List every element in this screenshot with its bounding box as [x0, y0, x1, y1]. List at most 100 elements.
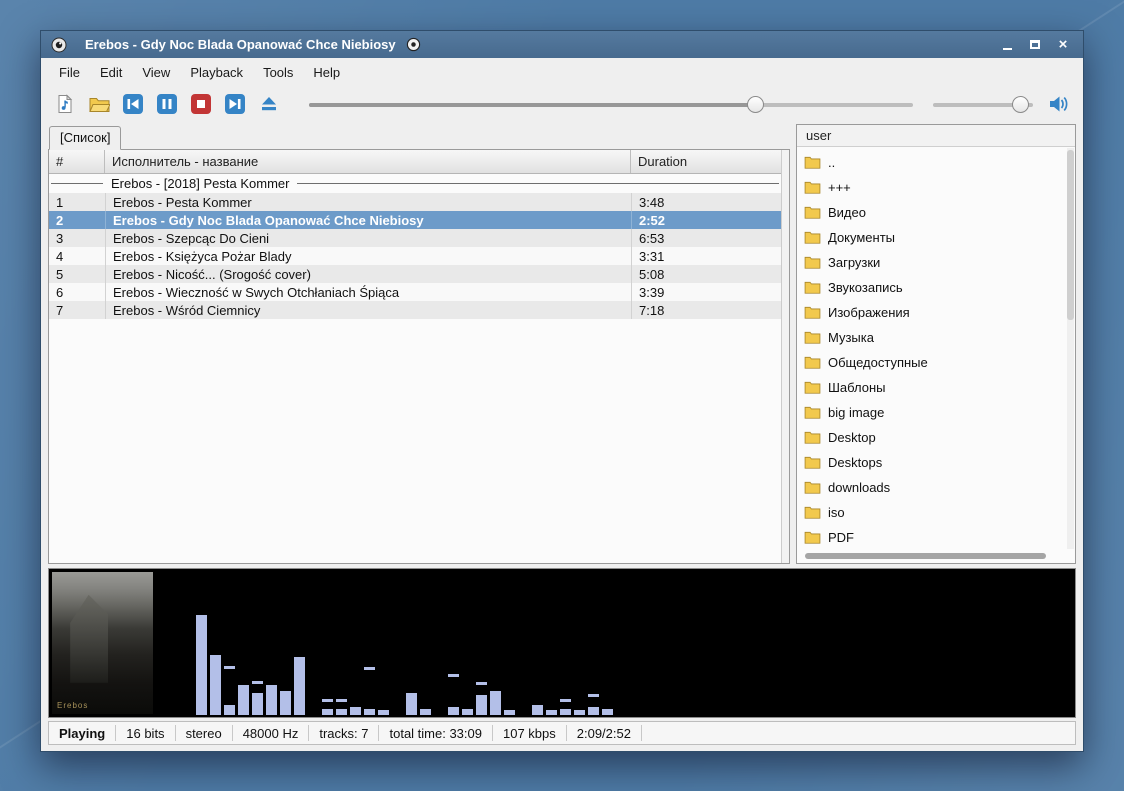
close-button[interactable]: × [1055, 37, 1071, 53]
track-title: Erebos - Wieczność w Swych Otchłaniach Ś… [105, 283, 631, 301]
folder-item[interactable]: Звукозапись [797, 275, 1075, 300]
table-row[interactable]: 3Erebos - Szepcąc Do Cieni6:53 [49, 229, 781, 247]
folder-item[interactable]: big image [797, 400, 1075, 425]
desktop: Erebos - Gdy Noc Blada Opanować Chce Nie… [0, 0, 1124, 791]
playlist-pane: [Список] # Исполнитель - название Durati… [48, 124, 790, 564]
folder-item[interactable]: Документы [797, 225, 1075, 250]
table-row[interactable]: 1Erebos - Pesta Kommer3:48 [49, 193, 781, 211]
folder-item[interactable]: .. [797, 150, 1075, 175]
folder-item[interactable]: +++ [797, 175, 1075, 200]
add-files-icon [55, 94, 75, 114]
folder-icon [804, 306, 821, 319]
horizontal-scrollbar-thumb[interactable] [805, 553, 1046, 559]
group-label: Erebos - [2018] Pesta Kommer [103, 176, 297, 191]
folder-item[interactable]: Desktops [797, 450, 1075, 475]
folder-item[interactable]: iso [797, 500, 1075, 525]
folder-item[interactable]: downloads [797, 475, 1075, 500]
vertical-scrollbar-thumb[interactable] [1067, 150, 1074, 320]
spectrum-bar [448, 569, 459, 715]
file-browser-pane: user .. +++ Видео Документы Загрузки Звукозап… [796, 124, 1076, 564]
main-area: [Список] # Исполнитель - название Durati… [41, 124, 1083, 564]
add-files-button[interactable] [53, 92, 77, 116]
track-duration: 5:08 [631, 265, 781, 283]
next-icon [224, 93, 246, 115]
column-header-number[interactable]: # [49, 150, 105, 173]
stop-icon [190, 93, 212, 115]
open-folder-button[interactable] [87, 92, 111, 116]
menu-item-help[interactable]: Help [303, 60, 350, 85]
folder-item[interactable]: Общедоступные [797, 350, 1075, 375]
folder-item[interactable]: PDF [797, 525, 1075, 550]
folder-item[interactable]: Видео [797, 200, 1075, 225]
folder-item[interactable]: Шаблоны [797, 375, 1075, 400]
spectrum-bar [294, 569, 305, 715]
menu-item-view[interactable]: View [132, 60, 180, 85]
folder-item[interactable]: Музыка [797, 325, 1075, 350]
table-row[interactable]: 5Erebos - Nicość... (Srogość cover)5:08 [49, 265, 781, 283]
spectrum-bar [322, 569, 333, 715]
folder-name: iso [828, 505, 845, 520]
folder-name: downloads [828, 480, 890, 495]
eject-button[interactable] [257, 92, 281, 116]
file-browser-vertical-scrollbar[interactable] [1067, 148, 1074, 549]
spectrum [156, 569, 1075, 717]
file-browser-horizontal-scrollbar[interactable] [797, 551, 1075, 563]
track-title: Erebos - Wśród Ciemnicy [105, 301, 631, 319]
track-number: 4 [49, 247, 105, 265]
folder-list: .. +++ Видео Документы Загрузки Звукозапись Из… [797, 147, 1075, 551]
playlist-vertical-scrollbar[interactable] [781, 150, 789, 563]
spectrum-bar [224, 569, 235, 715]
spectrum-bar [532, 569, 543, 715]
table-row[interactable]: 2Erebos - Gdy Noc Blada Opanować Chce Ni… [49, 211, 781, 229]
folder-name: .. [828, 155, 835, 170]
track-number: 1 [49, 193, 105, 211]
toolbar [41, 86, 1083, 122]
title-bar[interactable]: Erebos - Gdy Noc Blada Opanować Chce Nie… [41, 31, 1083, 58]
maximize-button[interactable] [1027, 37, 1043, 53]
menu-item-file[interactable]: File [49, 60, 90, 85]
volume-slider-thumb[interactable] [1012, 96, 1029, 113]
track-number: 7 [49, 301, 105, 319]
folder-name: Видео [828, 205, 866, 220]
folder-icon [804, 281, 821, 294]
column-header-duration[interactable]: Duration [631, 150, 781, 173]
spectrum-bar [588, 569, 599, 715]
table-row[interactable]: 7Erebos - Wśród Ciemnicy7:18 [49, 301, 781, 319]
menu-item-playback[interactable]: Playback [180, 60, 253, 85]
previous-button[interactable] [121, 92, 145, 116]
album-caption: Erebos [57, 701, 88, 710]
spectrum-bar [518, 569, 529, 715]
minimize-button[interactable] [999, 37, 1015, 53]
table-row[interactable]: 6Erebos - Wieczność w Swych Otchłaniach … [49, 283, 781, 301]
pause-button[interactable] [155, 92, 179, 116]
folder-name: Desktop [828, 430, 876, 445]
playlist-tab-row: [Список] [48, 124, 790, 149]
spectrum-bar [434, 569, 445, 715]
folder-name: Звукозапись [828, 280, 903, 295]
track-title: Erebos - Gdy Noc Blada Opanować Chce Nie… [105, 211, 631, 229]
folder-name: Общедоступные [828, 355, 928, 370]
playlist-tab[interactable]: [Список] [49, 126, 121, 150]
column-header-title[interactable]: Исполнитель - название [105, 150, 631, 173]
folder-name: Документы [828, 230, 895, 245]
app-icon[interactable] [51, 37, 67, 53]
table-row[interactable]: 4Erebos - Księżyca Pożar Blady3:31 [49, 247, 781, 265]
visualizer-panel: Erebos [48, 568, 1076, 718]
file-browser-header[interactable]: user [797, 125, 1075, 147]
menu-item-tools[interactable]: Tools [253, 60, 303, 85]
folder-icon [804, 356, 821, 369]
folder-name: Изображения [828, 305, 910, 320]
album-group-header[interactable]: Erebos - [2018] Pesta Kommer [49, 174, 781, 193]
menu-item-edit[interactable]: Edit [90, 60, 132, 85]
seek-slider[interactable] [309, 95, 913, 114]
folder-icon [804, 156, 821, 169]
volume-slider[interactable] [933, 95, 1033, 114]
folder-item[interactable]: Desktop [797, 425, 1075, 450]
seek-slider-thumb[interactable] [747, 96, 764, 113]
status-segment: 16 bits [116, 725, 175, 741]
stop-button[interactable] [189, 92, 213, 116]
next-button[interactable] [223, 92, 247, 116]
track-title: Erebos - Pesta Kommer [105, 193, 631, 211]
folder-item[interactable]: Изображения [797, 300, 1075, 325]
folder-item[interactable]: Загрузки [797, 250, 1075, 275]
